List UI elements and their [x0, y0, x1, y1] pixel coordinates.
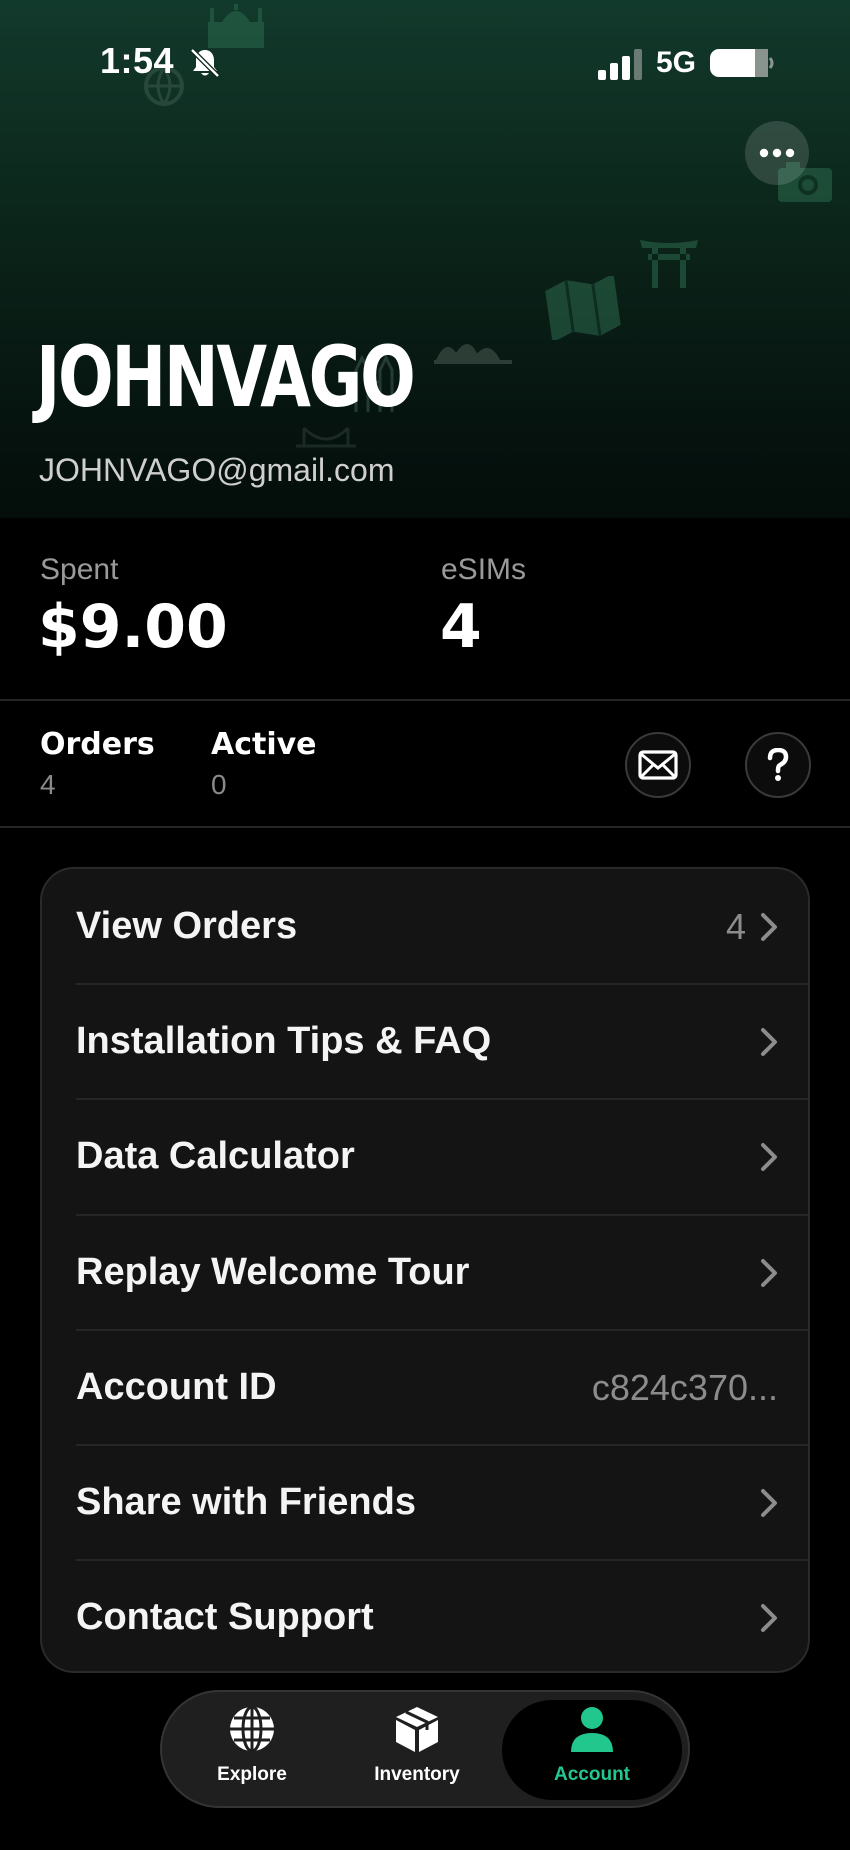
mail-button[interactable] [625, 732, 691, 798]
orders-label: Orders [40, 727, 155, 762]
box-icon [396, 1707, 438, 1752]
menu-item-label: Replay Welcome Tour [76, 1251, 470, 1293]
account-id-value: c824c370... [591, 1366, 778, 1408]
chevron-right-icon [761, 912, 777, 941]
torii-gate-icon [640, 240, 698, 288]
tab-label: Inventory [374, 1764, 460, 1785]
menu-item-label: Installation Tips & FAQ [76, 1020, 492, 1062]
divider [0, 699, 850, 701]
cellular-signal-icon [598, 49, 642, 80]
tab-account[interactable]: Account [507, 1702, 677, 1800]
status-time: 1:54 [100, 40, 175, 81]
spent-label: Spent [40, 553, 119, 586]
question-mark-icon [767, 748, 789, 781]
envelope-icon [638, 750, 678, 780]
taj-mahal-icon [208, 4, 264, 48]
globe-icon [230, 1705, 274, 1753]
orders-count: 4 [725, 905, 746, 947]
orders-value: 4 [40, 769, 56, 800]
esims-value: 4 [440, 592, 482, 662]
person-icon [571, 1707, 613, 1752]
chevron-right-icon [761, 1258, 777, 1287]
tab-label: Account [554, 1764, 630, 1785]
help-button[interactable] [745, 732, 811, 798]
esims-label: eSIMs [441, 553, 527, 586]
chevron-right-icon [761, 1603, 777, 1632]
menu-item-replay-welcome-tour[interactable]: Replay Welcome Tour [42, 1215, 808, 1330]
active-value: 0 [211, 769, 227, 800]
menu-item-label: Contact Support [76, 1596, 374, 1638]
menu-item-label: Account ID [76, 1366, 277, 1408]
profile-name: JOHNVAGO [36, 328, 416, 426]
menu-item-account-id[interactable]: Account ID c824c370... [42, 1330, 808, 1445]
profile-email: JOHNVAGO@gmail.com [39, 452, 395, 488]
account-menu: View Orders 4 Installation Tips & FAQ Da… [40, 867, 810, 1673]
bridge-icon [296, 426, 356, 448]
menu-item-label: Share with Friends [76, 1481, 416, 1523]
bell-off-icon [190, 48, 220, 78]
spent-value: $9.00 [38, 592, 228, 662]
chevron-right-icon [761, 1027, 777, 1056]
opera-house-icon [434, 344, 512, 364]
account-screen: 1:54 5G JOHNVAGO JOHNVAGO@gmail.com Spen… [0, 0, 850, 1850]
tab-inventory[interactable]: Inventory [332, 1702, 502, 1800]
menu-item-data-calculator[interactable]: Data Calculator [42, 1099, 808, 1214]
active-label: Active [211, 727, 317, 762]
bottom-tab-bar: Explore Inventory Account [160, 1690, 690, 1808]
menu-item-share-with-friends[interactable]: Share with Friends [42, 1445, 808, 1560]
chevron-right-icon [761, 1488, 777, 1517]
menu-item-contact-support[interactable]: Contact Support [42, 1560, 808, 1671]
map-icon [545, 276, 621, 340]
divider [0, 826, 850, 828]
network-type: 5G [656, 46, 697, 79]
menu-item-label: View Orders [76, 905, 298, 947]
battery-icon [710, 49, 774, 77]
profile-header: 1:54 5G JOHNVAGO JOHNVAGO@gmail.com [0, 0, 850, 518]
menu-item-view-orders[interactable]: View Orders 4 [42, 869, 808, 984]
chevron-right-icon [761, 1142, 777, 1171]
more-options-button[interactable] [745, 121, 809, 185]
tab-label: Explore [217, 1764, 287, 1785]
tab-explore[interactable]: Explore [167, 1702, 337, 1800]
menu-item-installation-tips[interactable]: Installation Tips & FAQ [42, 984, 808, 1099]
menu-item-label: Data Calculator [76, 1135, 355, 1177]
ellipsis-icon [759, 148, 795, 158]
